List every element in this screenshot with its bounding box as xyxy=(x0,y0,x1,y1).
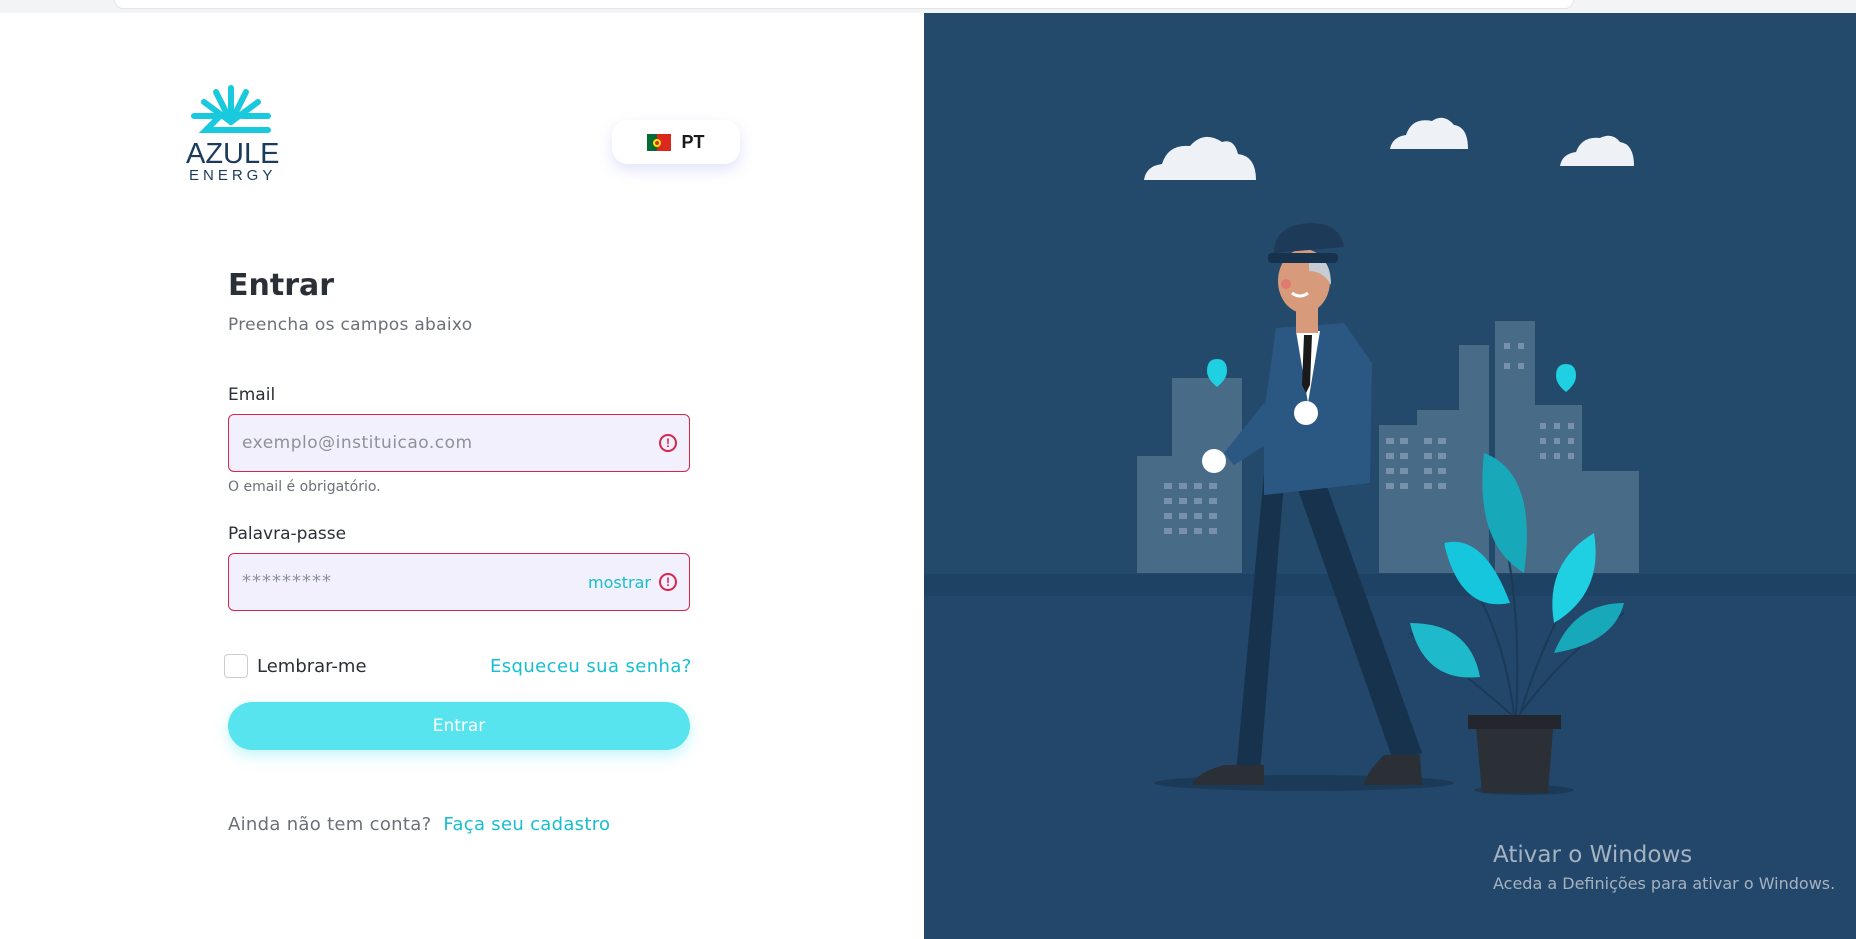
login-button[interactable]: Entrar xyxy=(228,702,690,750)
error-alert-icon: ! xyxy=(659,573,677,591)
logo-subtitle: ENERGY xyxy=(189,167,277,184)
email-error-message: O email é obrigatório. xyxy=(228,479,381,495)
remember-me-label: Lembrar-me xyxy=(257,655,367,677)
azule-energy-logo: AZULE ENERGY xyxy=(186,82,280,184)
page-title: Entrar xyxy=(228,268,335,303)
page-subtitle: Preencha os campos abaixo xyxy=(228,315,473,335)
portugal-flag-icon xyxy=(647,133,672,151)
forgot-password-link[interactable]: Esqueceu sua senha? xyxy=(490,656,691,677)
windows-activation-watermark: Ativar o Windows Aceda a Definições para… xyxy=(1493,842,1835,893)
language-code: PT xyxy=(681,131,705,152)
watermark-title: Ativar o Windows xyxy=(1493,842,1693,868)
doorman-city-illustration xyxy=(924,117,1856,939)
password-placeholder: ********* xyxy=(242,571,332,592)
login-panel xyxy=(0,13,924,939)
signup-link[interactable]: Faça seu cadastro xyxy=(443,814,610,835)
email-field[interactable] xyxy=(229,415,689,471)
error-alert-icon: ! xyxy=(659,434,677,452)
remember-me-checkbox[interactable] xyxy=(224,654,248,678)
signup-question: Ainda não tem conta? xyxy=(228,814,432,835)
email-field-wrapper: ! xyxy=(228,414,690,472)
logo-wordmark: AZULE xyxy=(186,138,280,170)
signup-prompt: Ainda não tem conta? Faça seu cadastro xyxy=(228,814,610,835)
language-selector[interactable]: PT xyxy=(612,120,740,164)
browser-address-strip xyxy=(0,0,1856,13)
show-password-toggle[interactable]: mostrar xyxy=(588,573,651,592)
password-field-wrapper[interactable]: ********* mostrar ! xyxy=(228,553,690,611)
email-label: Email xyxy=(228,385,276,405)
watermark-subtitle: Aceda a Definições para ativar o Windows… xyxy=(1493,874,1836,893)
remember-me-option[interactable]: Lembrar-me xyxy=(224,654,367,678)
sun-rays-icon xyxy=(191,85,271,133)
address-bar[interactable] xyxy=(114,0,1574,9)
password-label: Palavra-passe xyxy=(228,524,347,544)
illustration-panel xyxy=(924,13,1856,939)
